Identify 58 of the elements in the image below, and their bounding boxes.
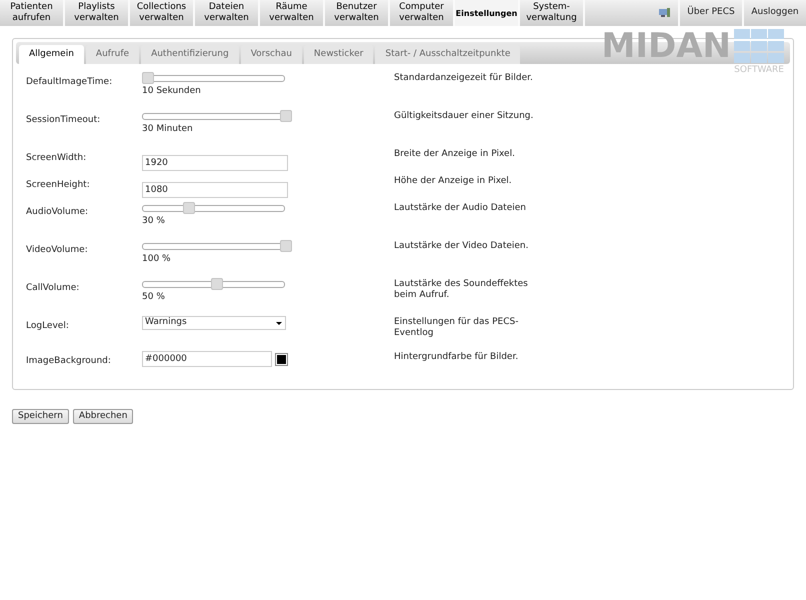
- setting-description: Lautstärke der Audio Dateien: [394, 203, 527, 214]
- nav-item[interactable]: Benutzer verwalten: [325, 0, 388, 26]
- nav-item[interactable]: Einstellungen: [455, 0, 518, 26]
- slider[interactable]: [142, 240, 292, 252]
- caret-icon: [276, 322, 282, 324]
- input-field[interactable]: 1920: [142, 155, 288, 171]
- slider-reading: 50 %: [142, 291, 166, 303]
- logo-grid-icon: [734, 29, 784, 63]
- nav-item[interactable]: Ausloggen: [744, 0, 806, 26]
- setting-label: ImageBackground:: [25, 355, 112, 367]
- logo-text: MIDAN: [602, 28, 731, 64]
- setting-description: Hintergrundfarbe für Bilder.: [394, 352, 520, 363]
- dropdown[interactable]: Warnings: [142, 316, 286, 330]
- setting-label: DefaultImageTime:: [25, 76, 114, 88]
- form-button[interactable]: Speichern: [12, 409, 69, 424]
- nav-item[interactable]: Patienten aufrufen: [0, 0, 63, 26]
- setting-description: Breite der Anzeige in Pixel.: [394, 149, 516, 160]
- setting-label: AudioVolume:: [25, 206, 90, 218]
- nav-item[interactable]: Collections verwalten: [130, 0, 193, 26]
- slider-thumb[interactable]: [183, 202, 196, 214]
- logo-tagline: SOFTWARE: [734, 64, 784, 77]
- setting-description: Lautstärke des Soundeffektes beim Aufruf.: [394, 279, 529, 301]
- slider-thumb[interactable]: [280, 110, 292, 122]
- nav-item[interactable]: Playlists verwalten: [65, 0, 128, 26]
- slider-thumb[interactable]: [142, 72, 154, 84]
- tab[interactable]: Aufrufe: [86, 45, 140, 64]
- tab[interactable]: Newsticker: [304, 45, 374, 64]
- tab[interactable]: Vorschau: [240, 45, 302, 64]
- slider-thumb[interactable]: [211, 278, 223, 290]
- nav-item[interactable]: System-verwaltung: [520, 0, 583, 26]
- nav-item[interactable]: Computer verwalten: [390, 0, 453, 26]
- input-field[interactable]: #000000: [142, 351, 272, 367]
- setting-label: CallVolume:: [25, 282, 80, 294]
- nav-item[interactable]: Räume verwalten: [260, 0, 323, 26]
- setting-label: ScreenHeight:: [25, 179, 91, 191]
- slider-reading: 30 %: [142, 215, 166, 227]
- setting-label: ScreenWidth:: [25, 152, 88, 164]
- setting-description: Höhe der Anzeige in Pixel.: [394, 176, 513, 187]
- slider-reading: 100 %: [142, 253, 172, 265]
- setting-description: Lautstärke der Video Dateien.: [394, 241, 530, 252]
- slider[interactable]: [142, 110, 292, 122]
- nav-item[interactable]: Über PECS: [680, 0, 742, 26]
- setting-label: VideoVolume:: [25, 244, 89, 256]
- setting-description: Standardanzeigezeit für Bilder.: [394, 73, 534, 84]
- setting-description: Einstellungen für das PECS-Eventlog: [394, 317, 520, 339]
- nav-item[interactable]: Dateien verwalten: [195, 0, 258, 26]
- tab[interactable]: Start- / Ausschaltzeitpunkte: [375, 45, 520, 64]
- form-button[interactable]: Abbrechen: [72, 409, 134, 424]
- setting-description: Gültigkeitsdauer einer Sitzung.: [394, 111, 534, 122]
- slider-thumb[interactable]: [280, 240, 292, 252]
- monitor-icon[interactable]: [659, 8, 670, 18]
- tab[interactable]: Authentifizierung: [141, 45, 239, 64]
- setting-label: SessionTimeout:: [25, 114, 102, 126]
- slider-reading: 30 Minuten: [142, 123, 194, 135]
- setting-label: LogLevel:: [25, 320, 70, 332]
- input-field[interactable]: 1080: [142, 182, 288, 198]
- tab[interactable]: Allgemein: [19, 45, 84, 64]
- slider-reading: 10 Sekunden: [142, 85, 202, 97]
